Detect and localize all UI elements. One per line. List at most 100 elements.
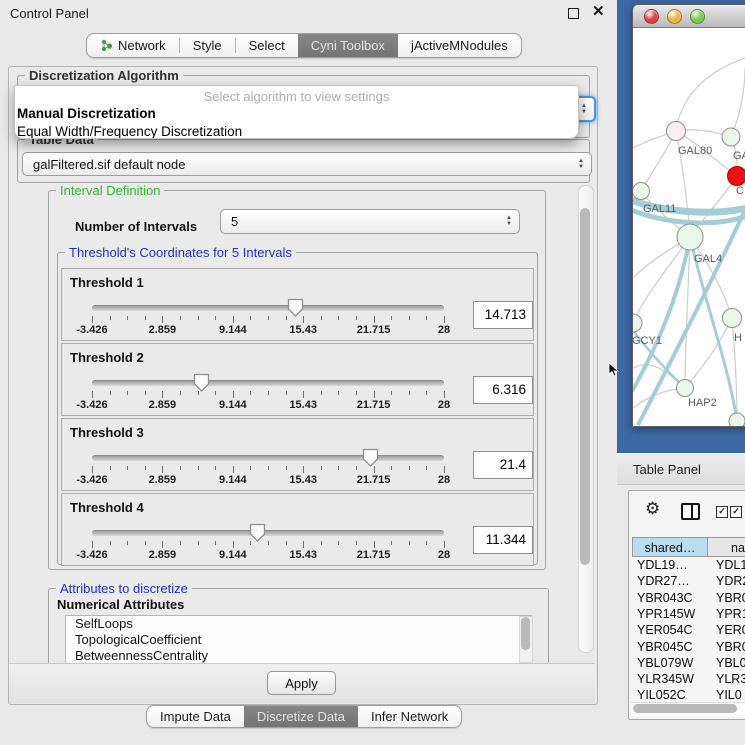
tab-select[interactable]: Select [236, 34, 298, 57]
number-of-intervals-combobox[interactable]: 5 ▲▼ [220, 209, 520, 234]
table-cell-name[interactable]: YIL0 [716, 688, 742, 701]
slider-major-tick [92, 541, 93, 548]
checkbox-select-none-icon[interactable]: ✓ [730, 506, 742, 518]
table-cell-name[interactable]: YPR1 [716, 607, 745, 621]
zoom-window-icon[interactable] [690, 9, 705, 24]
table-cell-shared-name[interactable]: YBL079W [637, 656, 693, 670]
table-cell-shared-name[interactable]: YIL052C [637, 688, 686, 701]
slider-tick-label: 2.859 [137, 399, 187, 411]
slider-major-tick [374, 391, 375, 398]
network-node[interactable] [667, 122, 686, 141]
tab-label: Cyni Toolbox [311, 38, 385, 53]
table-cell-shared-name[interactable]: YDL19… [637, 558, 688, 572]
table-header-shared[interactable]: shared… [632, 537, 708, 557]
slider-thumb[interactable] [193, 373, 210, 392]
slider-thumb[interactable] [362, 448, 379, 467]
table-cell-name[interactable]: YBR0 [716, 591, 745, 605]
slider-track[interactable] [92, 530, 444, 536]
slider-major-tick [92, 316, 93, 323]
split-columns-icon[interactable] [681, 503, 700, 520]
attribute-list-item[interactable]: BetweennessCentrality [66, 648, 531, 664]
close-window-icon[interactable] [644, 9, 659, 24]
slider-minor-tick [391, 541, 392, 545]
table-cell-shared-name[interactable]: YBR045C [637, 640, 693, 654]
slider-minor-tick [198, 316, 199, 320]
slider-track[interactable] [92, 380, 444, 386]
tab-jactivemnodules[interactable]: jActiveMNodules [398, 34, 521, 57]
slider-major-tick [233, 391, 234, 398]
table-header-name[interactable]: na [707, 537, 745, 557]
table-cell-shared-name[interactable]: YPR145W [637, 607, 695, 621]
network-node[interactable] [677, 224, 703, 250]
control-panel-title: Control Panel [10, 6, 89, 21]
slider-track[interactable] [92, 305, 444, 311]
numerical-attributes-list[interactable]: SelfLoopsTopologicalCoefficientBetweenne… [65, 615, 532, 664]
network-canvas[interactable]: GAL80GACGAL11GAL4GCY1HHAP2 [633, 28, 745, 426]
slider-tick-label: 28 [419, 324, 469, 336]
gear-icon[interactable]: ⚙ [645, 499, 660, 519]
slider-minor-tick [110, 316, 111, 320]
slider-tick-label: 9.144 [208, 474, 258, 486]
table-cell-name[interactable]: YDL1 [716, 558, 745, 572]
table-cell-shared-name[interactable]: YER054C [637, 623, 693, 637]
minimize-window-icon[interactable] [667, 9, 682, 24]
network-node[interactable] [633, 183, 650, 200]
network-node[interactable] [728, 167, 745, 186]
popup-option-equal-width-frequency-discretization[interactable]: Equal Width/Frequency Discretization [15, 123, 578, 139]
threshold-value-field[interactable]: 6.316 [473, 376, 533, 404]
slider-thumb[interactable] [249, 523, 266, 542]
tab-style[interactable]: Style [180, 34, 235, 57]
bottom-tab-infer-network[interactable]: Infer Network [358, 706, 461, 727]
attribute-list-item[interactable]: TopologicalCoefficient [66, 632, 531, 648]
slider-major-tick [374, 316, 375, 323]
table-cell-shared-name[interactable]: YBR043C [637, 591, 693, 605]
slider-minor-tick [356, 541, 357, 545]
bottom-tab-discretize-data[interactable]: Discretize Data [244, 706, 358, 727]
table-cell-name[interactable]: YER0 [716, 623, 745, 637]
apply-button[interactable]: Apply [267, 671, 336, 695]
table-cell-shared-name[interactable]: YLR345W [637, 672, 694, 686]
threshold-value-field[interactable]: 21.4 [473, 451, 533, 479]
network-node-label: GAL80 [678, 145, 712, 157]
slider-thumb[interactable] [287, 298, 304, 317]
bottom-tab-impute-data[interactable]: Impute Data [147, 706, 244, 727]
table-hscrollbar-thumb[interactable] [633, 704, 737, 713]
table-cell-name[interactable]: YBR0 [716, 640, 745, 654]
slider-tick-label: 2.859 [137, 324, 187, 336]
tab-network[interactable]: Network [87, 34, 179, 57]
network-node-label: HAP2 [688, 397, 717, 409]
slider-minor-tick [250, 466, 251, 470]
attributes-scrollbar-thumb[interactable] [521, 617, 530, 650]
network-node[interactable] [633, 314, 642, 332]
threshold-value-field[interactable]: 11.344 [473, 526, 533, 554]
slider-minor-tick [127, 541, 128, 545]
float-panel-icon[interactable] [568, 8, 579, 19]
table-cell-name[interactable]: YBL0 [716, 656, 745, 670]
slider-minor-tick [356, 316, 357, 320]
slider-minor-tick [127, 316, 128, 320]
attribute-list-item[interactable]: SelfLoops [66, 616, 531, 632]
tab-cyni-toolbox[interactable]: Cyni Toolbox [298, 34, 398, 57]
slider-minor-tick [321, 541, 322, 545]
network-node[interactable] [722, 128, 740, 146]
network-node[interactable] [723, 309, 742, 328]
slider-tick-label: 21.715 [349, 549, 399, 561]
popup-option-manual-discretization[interactable]: Manual Discretization [15, 105, 578, 123]
table-cell-name[interactable]: YLR3 [716, 672, 745, 686]
panel-scrollbar-thumb[interactable] [580, 208, 590, 565]
table-cell-name[interactable]: YDR2 [716, 574, 745, 588]
threshold-panel-4: Threshold 4-3.4262.8599.14415.4321.71528… [61, 493, 534, 566]
network-node[interactable] [677, 380, 694, 397]
tab-label: jActiveMNodules [411, 38, 508, 53]
close-panel-icon[interactable]: ✕ [592, 6, 605, 18]
table-data-combobox[interactable]: galFiltered.sif default node ▲▼ [22, 152, 592, 176]
slider-track[interactable] [92, 455, 444, 461]
checkbox-select-all-icon[interactable]: ✓ [716, 506, 728, 518]
network-node[interactable] [729, 413, 745, 426]
threshold-value-field[interactable]: 14.713 [473, 301, 533, 329]
table-cell-shared-name[interactable]: YDR27… [637, 574, 690, 588]
slider-minor-tick [426, 541, 427, 545]
slider-tick-label: 2.859 [137, 474, 187, 486]
slider-tick-label: -3.426 [67, 399, 117, 411]
slider-minor-tick [338, 541, 339, 545]
